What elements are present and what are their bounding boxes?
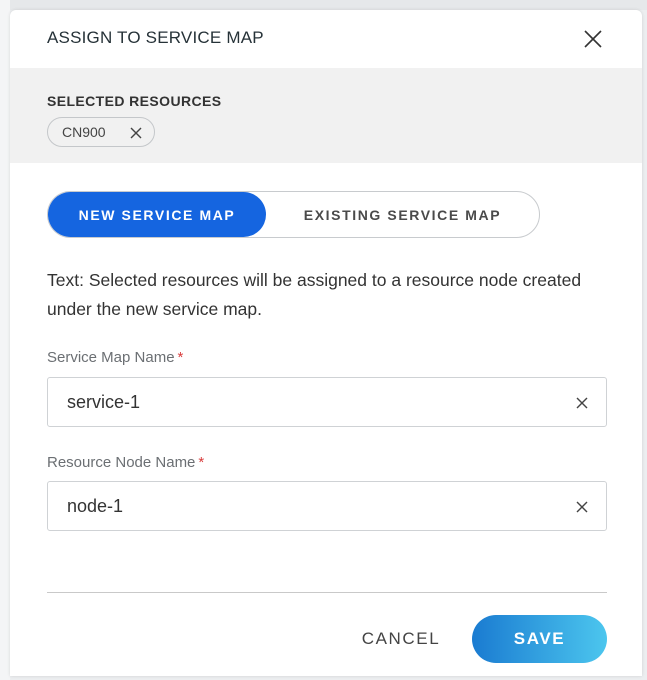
- save-button[interactable]: SAVE: [472, 615, 607, 663]
- resource-chip: CN900: [47, 117, 155, 147]
- cancel-button[interactable]: CANCEL: [346, 616, 456, 662]
- resource-chip-label: CN900: [62, 124, 106, 140]
- close-icon: [130, 127, 142, 139]
- clear-service-map-name-button[interactable]: [575, 396, 589, 410]
- selected-resources-label: SELECTED RESOURCES: [47, 93, 222, 109]
- service-map-mode-toggle: NEW SERVICE MAP EXISTING SERVICE MAP: [47, 191, 540, 238]
- footer-divider: [47, 592, 607, 593]
- required-marker: *: [198, 454, 205, 471]
- clear-resource-node-name-button[interactable]: [575, 500, 589, 514]
- close-icon: [584, 30, 602, 48]
- page-backdrop-left: [0, 0, 10, 680]
- service-map-name-label: Service Map Name *: [47, 349, 183, 366]
- page-backdrop-top: [0, 0, 647, 10]
- required-marker: *: [177, 349, 184, 366]
- assign-service-map-dialog: ASSIGN TO SERVICE MAP SELECTED RESOURCES…: [10, 10, 642, 676]
- service-map-name-label-text: Service Map Name: [47, 349, 175, 366]
- service-map-name-field: [47, 377, 607, 427]
- close-dialog-button[interactable]: [582, 28, 604, 50]
- close-icon: [576, 397, 588, 409]
- description-text: Text: Selected resources will be assigne…: [47, 270, 582, 319]
- tab-new-service-map[interactable]: NEW SERVICE MAP: [48, 192, 266, 237]
- dialog-header: ASSIGN TO SERVICE MAP: [10, 10, 642, 68]
- close-icon: [576, 501, 588, 513]
- resource-node-name-input[interactable]: [67, 482, 547, 530]
- dialog-title: ASSIGN TO SERVICE MAP: [47, 28, 264, 47]
- selected-resources-section: SELECTED RESOURCES CN900: [10, 68, 642, 163]
- resource-node-name-label: Resource Node Name *: [47, 454, 204, 471]
- resource-node-name-field: [47, 481, 607, 531]
- remove-chip-button[interactable]: [129, 126, 143, 140]
- service-map-name-input[interactable]: [67, 378, 547, 426]
- tab-existing-service-map[interactable]: EXISTING SERVICE MAP: [266, 192, 539, 237]
- resource-node-name-label-text: Resource Node Name: [47, 454, 196, 471]
